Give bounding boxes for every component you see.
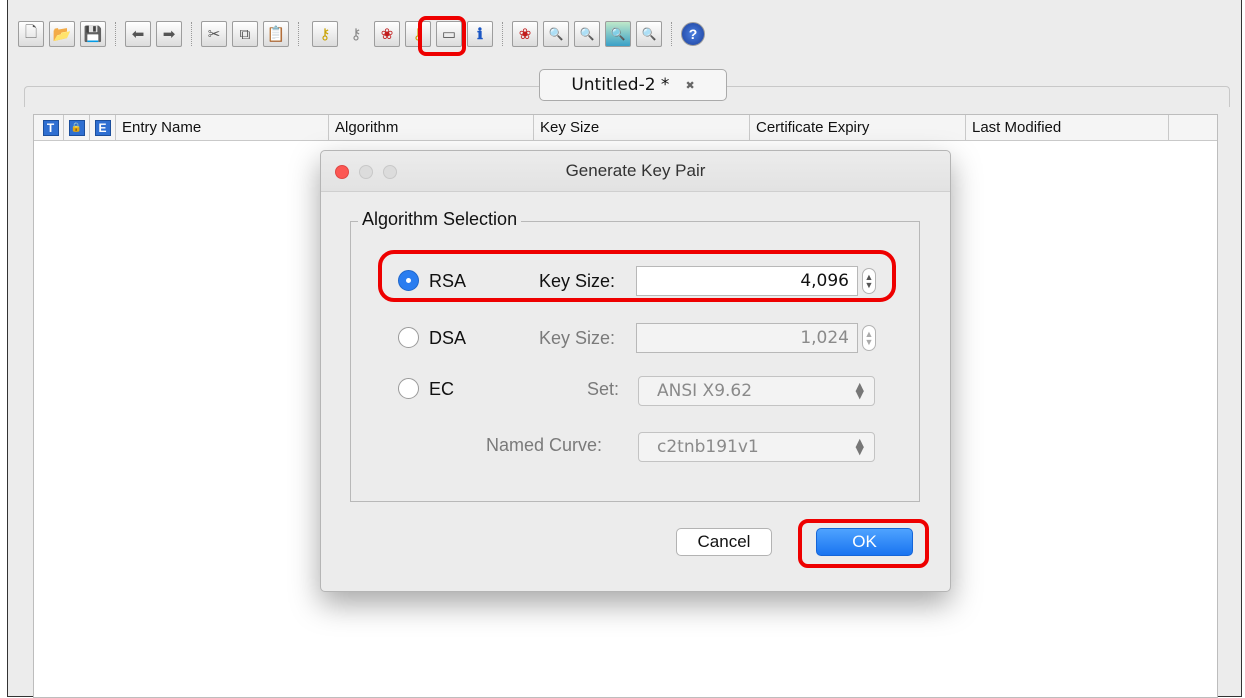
help-icon[interactable]: ?: [681, 22, 705, 46]
type-column-icon: T: [42, 119, 59, 136]
examine-clipboard-glyph: 🔍: [548, 27, 564, 41]
new-keystore-glyph: 🗋: [24, 23, 38, 41]
dsa-key-size-label: Key Size:: [539, 328, 616, 348]
examine-url-glyph: 🔍: [610, 27, 626, 41]
dialog-title: Generate Key Pair: [565, 161, 706, 180]
generate-key-pair-dialog: Generate Key Pair Algorithm Selection RS…: [320, 150, 951, 592]
named-curve-label: Named Curve:: [486, 435, 603, 455]
column-header-expiry-status[interactable]: E: [90, 115, 116, 140]
toolbar-separator: [671, 22, 673, 46]
ec-label: EC: [429, 379, 455, 399]
undo-icon[interactable]: ⬅: [125, 21, 151, 47]
generate-secret-key-icon[interactable]: ⚷: [343, 21, 369, 47]
named-curve-select: c2tnb191v1 ▲ ▼: [638, 432, 875, 462]
cancel-button[interactable]: Cancel: [676, 528, 772, 556]
tab-title: Untitled-2 *: [571, 75, 670, 95]
stepper-down-icon: ▼: [864, 337, 874, 347]
tab-untitled-2[interactable]: Untitled-2 * ✖: [539, 69, 727, 101]
ec-set-value: ANSI X9.62: [657, 381, 753, 401]
ec-radio[interactable]: [398, 378, 419, 399]
toolbar-separator: [502, 22, 504, 46]
generate-key-pair-highlight: [418, 16, 466, 56]
generate-secret-key-glyph: ⚷: [350, 26, 362, 43]
ec-set-label: Set:: [587, 379, 620, 399]
save-keystore-glyph: 💾: [83, 26, 103, 43]
copy-glyph: ⧉: [239, 25, 251, 43]
dsa-label: DSA: [429, 328, 467, 348]
named-curve-value: c2tnb191v1: [657, 437, 759, 457]
new-keystore-icon[interactable]: 🗋: [18, 21, 44, 47]
generate-key-pair-glyph: ⚷: [319, 26, 331, 43]
algorithm-selection-label: Algorithm Selection: [358, 209, 522, 230]
chevron-updown-icon: ▲ ▼: [855, 380, 864, 401]
dsa-radio[interactable]: [398, 327, 419, 348]
table-header: T 🔒 E Entry Name Algorithm Key Size Cert…: [34, 115, 1217, 141]
toolbar-separator: [191, 22, 193, 46]
examine-csr-glyph: 🔍: [641, 27, 657, 41]
examine-ssl-icon[interactable]: 🔍: [574, 21, 600, 47]
lock-column-icon: 🔒: [68, 119, 85, 136]
tab-close-icon[interactable]: ✖: [685, 79, 694, 92]
dsa-key-size-input: 1,024: [636, 323, 858, 353]
examine-csr-icon[interactable]: 🔍: [636, 21, 662, 47]
examine-file-glyph: ❀: [518, 26, 532, 43]
properties-glyph: ℹ: [477, 26, 483, 43]
paste-icon[interactable]: 📋: [263, 21, 289, 47]
properties-icon[interactable]: ℹ: [467, 21, 493, 47]
expiry-column-icon: E: [94, 119, 111, 136]
redo-glyph: ➡: [162, 26, 176, 43]
import-trusted-certificate-glyph: ❀: [380, 26, 394, 43]
examine-file-icon[interactable]: ❀: [512, 21, 538, 47]
column-header-entry-name[interactable]: Entry Name: [116, 115, 329, 140]
column-header-type[interactable]: T: [38, 115, 64, 140]
ec-set-select: ANSI X9.62 ▲ ▼: [638, 376, 875, 406]
ok-button-highlight: [798, 519, 929, 568]
import-trusted-certificate-icon[interactable]: ❀: [374, 21, 400, 47]
column-header-algorithm[interactable]: Algorithm: [329, 115, 534, 140]
examine-clipboard-icon[interactable]: 🔍: [543, 21, 569, 47]
generate-key-pair-icon[interactable]: ⚷: [312, 21, 338, 47]
open-keystore-icon[interactable]: 📂: [49, 21, 75, 47]
examine-ssl-glyph: 🔍: [579, 27, 595, 41]
column-header-lock[interactable]: 🔒: [64, 115, 90, 140]
cut-icon[interactable]: ✂: [201, 21, 227, 47]
examine-url-icon[interactable]: 🔍: [605, 21, 631, 47]
dialog-titlebar: Generate Key Pair: [321, 151, 950, 192]
column-header-certificate-expiry[interactable]: Certificate Expiry: [750, 115, 966, 140]
toolbar: 🗋 📂 💾 ⬅ ➡ ✂ ⧉ 📋 ⚷ ⚷ ❀ ⚷ ▭ ℹ ❀ 🔍 🔍 🔍 🔍 ?: [18, 16, 710, 52]
toolbar-separator: [298, 22, 300, 46]
column-header-key-size[interactable]: Key Size: [534, 115, 750, 140]
open-keystore-glyph: 📂: [52, 26, 72, 43]
column-header-last-modified[interactable]: Last Modified: [966, 115, 1169, 140]
toolbar-separator: [115, 22, 117, 46]
undo-glyph: ⬅: [131, 26, 145, 43]
rsa-row-highlight: [378, 250, 896, 302]
dsa-key-size-stepper: ▲ ▼: [862, 325, 876, 351]
help-glyph: ?: [688, 26, 698, 42]
paste-glyph: 📋: [266, 26, 286, 43]
cut-glyph: ✂: [207, 26, 221, 43]
redo-icon[interactable]: ➡: [156, 21, 182, 47]
copy-icon[interactable]: ⧉: [232, 21, 258, 47]
save-keystore-icon[interactable]: 💾: [80, 21, 106, 47]
chevron-updown-icon: ▲ ▼: [855, 436, 864, 457]
